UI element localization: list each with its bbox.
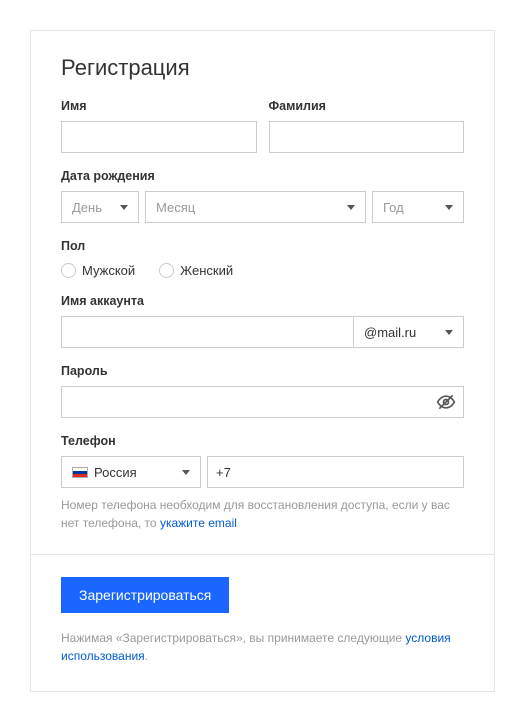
dob-year-select[interactable]: Год [372,191,464,223]
registration-panel: Регистрация Имя Фамилия Дата рождения Де… [30,30,495,692]
eye-off-icon[interactable] [436,392,456,412]
account-label: Имя аккаунта [61,294,464,308]
last-name-label: Фамилия [269,99,465,113]
first-name-input[interactable] [61,121,257,153]
gender-male-radio[interactable]: Мужской [61,263,135,278]
gender-female-radio[interactable]: Женский [159,263,233,278]
dob-label: Дата рождения [61,169,464,183]
chevron-down-icon [182,470,190,475]
chevron-down-icon [445,205,453,210]
account-row: @mail.ru [61,316,464,348]
gender-label: Пол [61,239,464,253]
divider [31,554,494,555]
phone-hint-text: Номер телефона необходим для восстановле… [61,498,450,530]
account-group: Имя аккаунта @mail.ru [61,294,464,348]
dob-row: День Месяц Год [61,191,464,223]
password-input[interactable] [61,386,464,418]
first-name-label: Имя [61,99,257,113]
first-name-group: Имя [61,99,257,153]
account-domain-value: @mail.ru [364,325,416,340]
password-label: Пароль [61,364,464,378]
phone-group: Телефон Россия Номер телефона необходим … [61,434,464,532]
chevron-down-icon [347,205,355,210]
submit-button[interactable]: Зарегистрироваться [61,577,229,613]
radio-icon [61,263,76,278]
terms-before: Нажимая «Зарегистрироваться», вы принима… [61,631,405,645]
account-domain-select[interactable]: @mail.ru [354,316,464,348]
gender-group: Пол Мужской Женский [61,239,464,278]
phone-label: Телефон [61,434,464,448]
phone-input[interactable] [207,456,464,488]
phone-row: Россия [61,456,464,488]
account-input[interactable] [61,316,354,348]
password-wrap [61,386,464,418]
phone-hint: Номер телефона необходим для восстановле… [61,496,464,532]
phone-country-name: Россия [94,465,137,480]
dob-day-placeholder: День [72,200,102,215]
terms-after: . [145,649,148,663]
gender-male-label: Мужской [82,263,135,278]
gender-female-label: Женский [180,263,233,278]
dob-group: Дата рождения День Месяц Год [61,169,464,223]
flag-russia-icon [72,467,88,478]
last-name-group: Фамилия [269,99,465,153]
dob-month-select[interactable]: Месяц [145,191,366,223]
radio-icon [159,263,174,278]
last-name-input[interactable] [269,121,465,153]
chevron-down-icon [120,205,128,210]
chevron-down-icon [445,330,453,335]
name-row: Имя Фамилия [61,99,464,169]
gender-row: Мужской Женский [61,263,464,278]
dob-year-placeholder: Год [383,200,404,215]
page-title: Регистрация [61,55,464,81]
terms-text: Нажимая «Зарегистрироваться», вы принима… [61,629,464,665]
dob-day-select[interactable]: День [61,191,139,223]
use-email-link[interactable]: укажите email [160,516,237,530]
phone-country-select[interactable]: Россия [61,456,201,488]
dob-month-placeholder: Месяц [156,200,195,215]
password-group: Пароль [61,364,464,418]
